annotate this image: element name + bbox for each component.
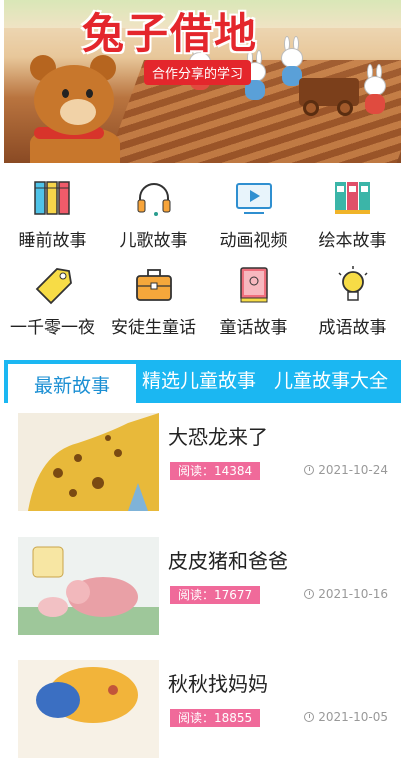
story-list-item[interactable]: 秋秋找妈妈 阅读：18855 2021-10-05 xyxy=(18,660,388,760)
story-title: 秋秋找妈妈 xyxy=(168,672,268,696)
category-bedtime-stories[interactable]: 睡前故事 xyxy=(2,170,103,255)
read-count-badge: 阅读：14384 xyxy=(170,462,261,480)
tab-featured-stories[interactable]: 精选儿童故事 xyxy=(142,360,256,403)
story-title: 大恐龙来了 xyxy=(168,425,268,449)
banner[interactable]: 兔子借地 合作分享的学习 xyxy=(4,0,401,163)
lightbulb-icon xyxy=(333,265,373,305)
category-idiom-stories[interactable]: 成语故事 xyxy=(302,257,403,342)
category-label: 睡前故事 xyxy=(18,231,87,251)
story-date: 2021-10-16 xyxy=(304,587,388,601)
cart-illustration xyxy=(299,78,359,116)
category-label: 儿歌故事 xyxy=(119,231,188,251)
tag-icon xyxy=(33,265,73,305)
briefcase-icon xyxy=(134,265,174,305)
category-picture-books[interactable]: 绘本故事 xyxy=(302,170,403,255)
story-list-item[interactable]: 大恐龙来了 阅读：14384 2021-10-24 xyxy=(18,413,388,513)
books-icon xyxy=(33,178,73,218)
clock-icon xyxy=(304,589,315,599)
tab-all-stories[interactable]: 儿童故事大全 xyxy=(274,360,388,403)
bear-illustration xyxy=(24,55,124,163)
picture-book-icon xyxy=(333,178,373,218)
category-label: 安徒生童话 xyxy=(111,318,196,338)
story-date: 2021-10-05 xyxy=(304,710,388,724)
story-thumbnail xyxy=(18,537,159,635)
category-animation-video[interactable]: 动画视频 xyxy=(203,170,304,255)
story-title: 皮皮猪和爸爸 xyxy=(168,549,288,573)
category-label: 绘本故事 xyxy=(318,231,387,251)
story-thumbnail xyxy=(18,660,159,758)
category-label: 成语故事 xyxy=(318,318,387,338)
clock-icon xyxy=(304,465,315,475)
read-count-badge: 阅读：17677 xyxy=(170,586,261,604)
read-count-badge: 阅读：18855 xyxy=(170,709,261,727)
tab-latest-stories[interactable]: 最新故事 xyxy=(6,362,138,403)
banner-title: 兔子借地 xyxy=(82,9,259,58)
story-date: 2021-10-24 xyxy=(304,463,388,477)
story-thumbnail xyxy=(18,413,159,511)
book-icon xyxy=(234,265,274,305)
video-play-icon xyxy=(234,178,274,218)
category-arabian-nights[interactable]: 一千零一夜 xyxy=(2,257,103,342)
rabbit-illustration xyxy=(359,64,389,114)
category-label: 童话故事 xyxy=(219,318,288,338)
clock-icon xyxy=(304,712,315,722)
category-nursery-rhymes[interactable]: 儿歌故事 xyxy=(103,170,204,255)
headphones-icon xyxy=(134,178,174,218)
category-andersen-fairy-tales[interactable]: 安徒生童话 xyxy=(103,257,204,342)
story-list-item[interactable]: 皮皮猪和爸爸 阅读：17677 2021-10-16 xyxy=(18,537,388,637)
category-label: 一千零一夜 xyxy=(10,318,95,338)
category-label: 动画视频 xyxy=(219,231,288,251)
category-fairy-tales[interactable]: 童话故事 xyxy=(203,257,304,342)
story-tabs: 最新故事 精选儿童故事 儿童故事大全 xyxy=(4,360,401,403)
banner-subtitle: 合作分享的学习 xyxy=(144,60,252,85)
